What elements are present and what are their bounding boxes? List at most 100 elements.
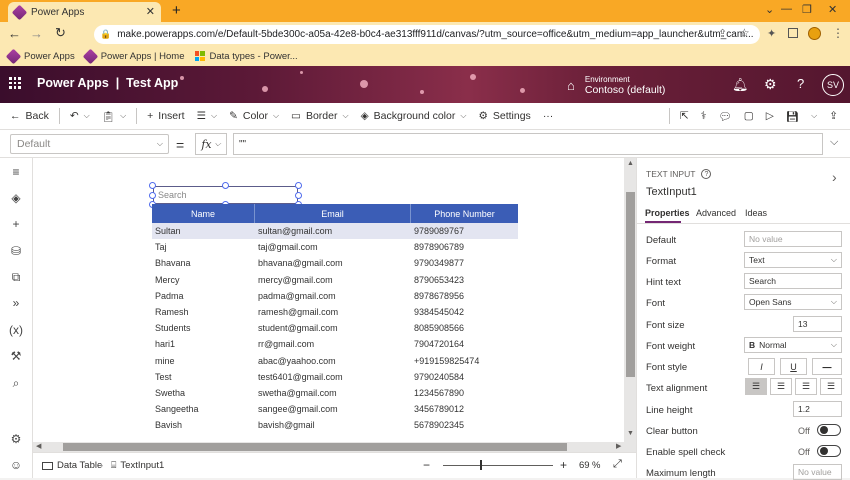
table-row[interactable]: Sultan sultan@gmail.com 9789089767 [152,223,518,240]
avatar[interactable]: SV [822,74,844,96]
zoom-slider-thumb[interactable] [480,460,482,470]
column-header[interactable]: Email [255,204,411,223]
align-center-button[interactable]: ☰ [770,378,792,395]
layout-button[interactable]: ☰ ⌵ [191,110,224,122]
table-row[interactable]: Ramesh ramesh@gmail.com 9384545042 [152,304,518,320]
resize-handle[interactable] [149,192,156,199]
url-bar[interactable]: 🔒 make.powerapps.com/e/Default-5bde300c-… [94,25,760,44]
fit-to-window-icon[interactable]: ⤢ [613,458,622,471]
new-tab-icon[interactable]: + [172,2,181,19]
format-dropdown[interactable]: Text ⌵ [744,252,842,268]
tab-advanced[interactable]: Advanced [696,208,736,218]
power-automate-icon[interactable]: » [8,295,24,311]
insert-button[interactable]: + Insert [141,110,190,122]
sidebar-icon[interactable] [788,28,798,38]
browser-tab[interactable]: Power Apps ✕ [8,2,161,22]
default-field[interactable]: No value [744,231,842,247]
variables-icon[interactable]: (x) [8,322,24,338]
minimize-icon[interactable]: — [781,3,792,15]
zoom-out-icon[interactable]: − [423,458,430,472]
settings-button[interactable]: ⚙ Settings [472,110,536,122]
strikethrough-button[interactable]: — [812,358,842,375]
table-row[interactable]: Mercy mercy@gmail.com 8790653423 [152,272,518,288]
more-commands-button[interactable]: ··· [537,110,560,122]
zoom-slider[interactable] [443,465,553,466]
spell-check-toggle[interactable] [817,445,841,457]
paste-button[interactable]: 📋︎ ⌵ [96,110,132,123]
tab-ideas[interactable]: Ideas [745,208,767,218]
table-row[interactable]: Bavish bavish@gmail 5678902345 [152,417,518,433]
save-icon[interactable]: 💾︎ [780,110,805,123]
comments-icon[interactable]: 💬︎ [712,110,737,123]
scroll-left-icon[interactable]: ◀ [36,442,41,450]
extensions-icon[interactable]: ✦ [767,27,776,40]
table-row[interactable]: Sangeetha sangee@gmail.com 3456789012 [152,401,518,417]
fx-button[interactable]: fx ⌵ [195,133,227,155]
environment-picker[interactable]: ⌂ Environment Contoso (default) [567,69,722,101]
settings-gear-icon[interactable]: ⚙ [764,76,777,93]
table-row[interactable]: Test test6401@gmail.com 9790240584 [152,369,518,385]
vertical-scrollbar[interactable] [626,192,635,377]
clear-button-toggle[interactable] [817,424,841,436]
bookmark-power-apps-home[interactable]: Power Apps | Home [82,48,185,64]
column-header[interactable]: Name [152,204,255,223]
table-row[interactable]: Students student@gmail.com 8085908566 [152,320,518,336]
back-button[interactable]: ← Back [0,110,55,122]
health-icon[interactable]: ⚕ [695,110,713,122]
data-table[interactable]: Name Email Phone Number Sultan sultan@gma… [152,204,518,433]
formula-input[interactable]: "" [233,133,823,155]
line-height-field[interactable]: 1.2 [793,401,842,417]
resize-handle[interactable] [149,182,156,189]
table-row[interactable]: Bhavana bhavana@gmail.com 9790349877 [152,255,518,271]
star-icon[interactable]: ☆ [739,26,750,40]
browser-menu-icon[interactable]: ⋮ [832,26,844,40]
table-row[interactable]: Taj taj@gmail.com 8978906789 [152,239,518,255]
screen-breadcrumb-textinput[interactable]: ⌸ TextInput1 [111,460,164,471]
align-right-button[interactable]: ☰ [795,378,817,395]
profile-icon[interactable] [808,27,821,40]
chevron-down-icon[interactable]: ⌵ [805,111,823,121]
table-row[interactable]: Swetha swetha@gmail.com 1234567890 [152,385,518,401]
zoom-in-icon[interactable]: + [560,458,567,472]
undo-button[interactable]: ↶ ⌵ [64,110,96,122]
virtual-agent-icon[interactable]: ☺ [8,457,24,473]
table-row[interactable]: Padma padma@gmail.com 8978678956 [152,288,518,304]
app-launcher-icon[interactable] [9,77,21,89]
share-icon[interactable]: ⇪ [718,27,727,40]
data-cylinder-icon[interactable]: ⛁ [8,243,24,259]
play-icon[interactable]: ▷ [760,110,780,122]
bookmark-power-apps[interactable]: Power Apps [5,48,75,64]
close-window-icon[interactable]: ✕ [828,3,837,16]
scroll-right-icon[interactable]: ▶ [616,442,621,450]
horizontal-scrollbar[interactable] [63,443,567,451]
zoom-value[interactable]: 69 [579,460,590,471]
copilot-icon[interactable]: ▢ [738,110,760,122]
hint-text-field[interactable]: Search [744,273,842,289]
help-icon[interactable]: ? [797,76,804,91]
table-row[interactable]: hari1 rr@gmail.com 7904720164 [152,336,518,352]
align-left-button[interactable]: ☰ [745,378,767,395]
collapse-panel-icon[interactable]: › [832,169,837,185]
resize-handle[interactable] [222,182,229,189]
font-size-field[interactable]: 13 [793,316,842,332]
hamburger-icon[interactable]: ≡ [8,164,24,180]
property-dropdown[interactable]: Default ⌵ [10,134,169,154]
advanced-tools-icon[interactable]: ⚒ [8,348,24,364]
font-weight-dropdown[interactable]: B Normal ⌵ [744,337,842,353]
chevron-down-icon[interactable]: ⌄ [765,3,774,16]
screen-breadcrumb-data-table[interactable]: Data Table [42,460,102,471]
forward-arrow-icon[interactable]: → [30,26,43,41]
border-button[interactable]: ▭ Border ⌵ [285,110,355,122]
background-color-button[interactable]: ◈ Background color ⌵ [355,110,473,122]
italic-button[interactable]: I [748,358,775,375]
scroll-down-icon[interactable]: ▼ [627,430,634,437]
settings-gear-icon[interactable]: ⚙ [8,431,24,447]
color-button[interactable]: ✎ Color ⌵ [223,110,285,122]
column-header[interactable]: Phone Number [411,204,518,223]
layers-icon[interactable]: ◈ [8,190,24,206]
scroll-up-icon[interactable]: ▲ [627,160,634,167]
bookmark-data-types[interactable]: Data types - Power... [194,51,298,62]
help-circle-icon[interactable]: ? [701,169,712,179]
notifications-icon[interactable]: 🔔︎ [732,77,749,93]
font-dropdown[interactable]: Open Sans ⌵ [744,294,842,310]
